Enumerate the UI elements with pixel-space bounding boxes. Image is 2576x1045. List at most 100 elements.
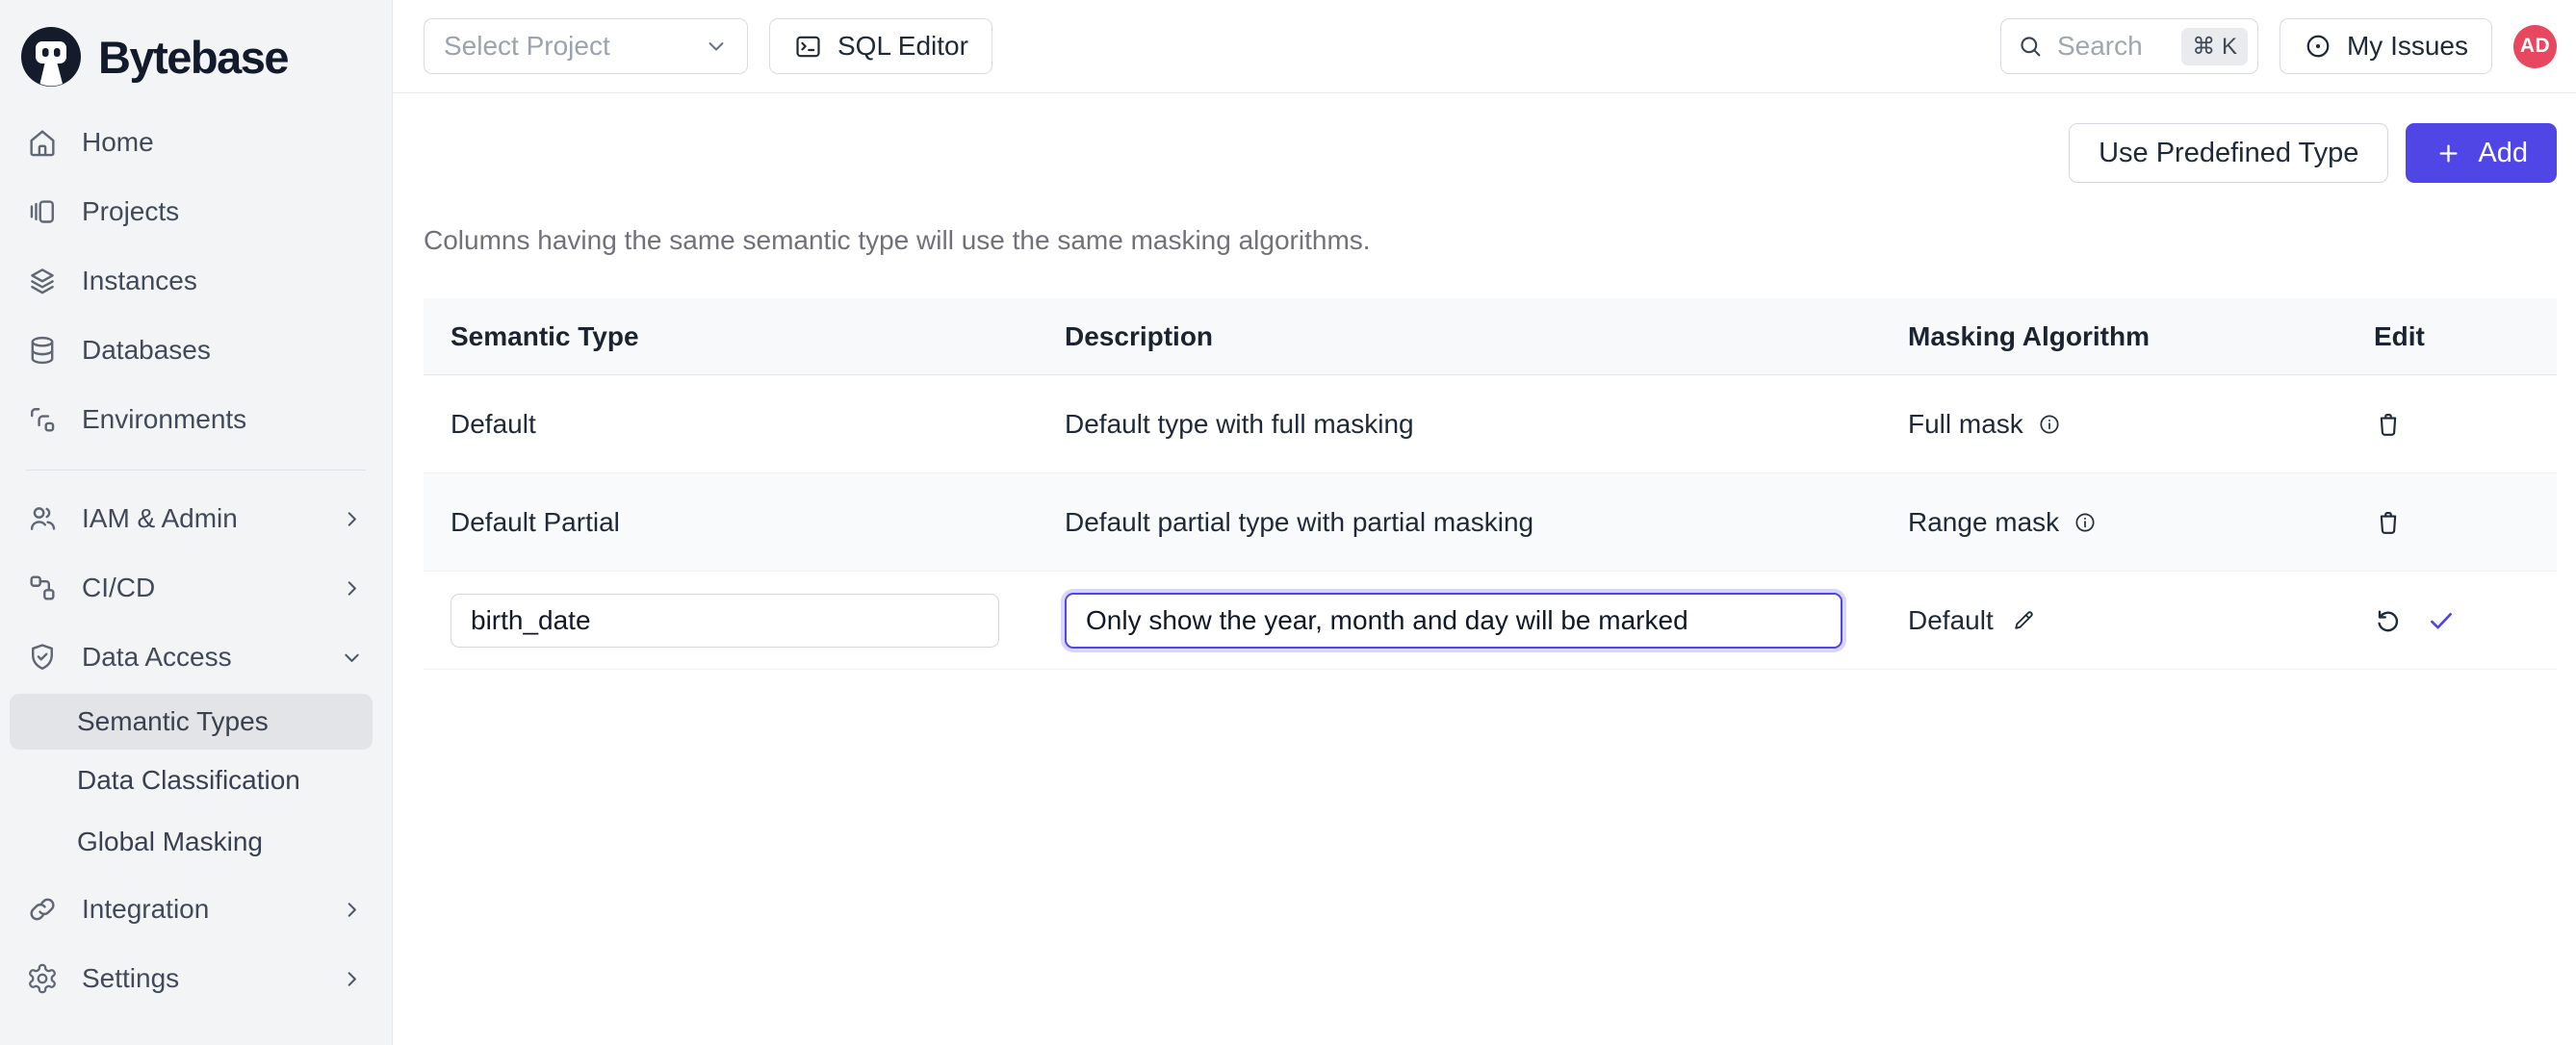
- brand-name: Bytebase: [98, 31, 288, 84]
- description-cell: Default partial type with partial maskin…: [1038, 507, 1881, 538]
- circle-dot-icon: [2304, 32, 2332, 61]
- masking-algorithm-value: Full mask: [1908, 409, 2023, 440]
- chevron-right-icon: [339, 966, 365, 992]
- sidebar-item-data-access[interactable]: Data Access: [0, 623, 392, 692]
- gear-icon: [26, 962, 59, 995]
- masking-algorithm-cell: Full mask: [1881, 409, 2331, 440]
- semantic-type-cell: Default Partial: [424, 507, 1038, 538]
- check-icon: [2426, 605, 2457, 636]
- undo-button[interactable]: [2374, 606, 2403, 635]
- sidebar-subitem-label: Global Masking: [77, 827, 263, 857]
- edit-cell: [2331, 508, 2557, 537]
- masking-algorithm-value: Range mask: [1908, 507, 2059, 538]
- confirm-button[interactable]: [2426, 605, 2457, 636]
- instances-icon: [26, 265, 59, 297]
- masking-algorithm-cell: Range mask: [1881, 507, 2331, 538]
- table-header-row: Semantic Type Description Masking Algori…: [424, 298, 2557, 375]
- sql-editor-button[interactable]: SQL Editor: [769, 18, 992, 74]
- undo-icon: [2374, 606, 2403, 635]
- search-box[interactable]: ⌘ K: [2000, 18, 2258, 74]
- chevron-right-icon: [339, 897, 365, 923]
- chevron-right-icon: [339, 575, 365, 601]
- search-input[interactable]: [2057, 31, 2153, 62]
- edit-cell: [2331, 410, 2557, 439]
- edit-masking-algorithm-button[interactable]: [2011, 607, 2037, 633]
- info-icon[interactable]: [2037, 412, 2062, 437]
- sidebar-item-global-masking[interactable]: Global Masking: [0, 811, 392, 873]
- semantic-type-input[interactable]: [451, 594, 999, 648]
- my-issues-label: My Issues: [2347, 31, 2468, 62]
- plus-icon: [2434, 140, 2462, 167]
- sidebar-item-instances[interactable]: Instances: [0, 246, 392, 316]
- chevron-down-icon: [339, 645, 365, 671]
- sidebar-item-integration[interactable]: Integration: [0, 875, 392, 944]
- column-header-edit: Edit: [2331, 321, 2557, 352]
- description-cell: [1038, 593, 1881, 649]
- chevron-right-icon: [339, 506, 365, 532]
- delete-button[interactable]: [2374, 508, 2403, 537]
- sidebar-item-label: Home: [82, 127, 154, 158]
- home-icon: [26, 126, 59, 159]
- avatar[interactable]: AD: [2513, 25, 2557, 68]
- use-predefined-type-button[interactable]: Use Predefined Type: [2069, 123, 2388, 183]
- description-input[interactable]: [1065, 593, 1842, 649]
- sidebar-subitem-label: Semantic Types: [77, 706, 269, 737]
- sidebar-item-databases[interactable]: Databases: [0, 316, 392, 385]
- sidebar-item-data-classification[interactable]: Data Classification: [0, 750, 392, 811]
- project-select[interactable]: Select Project: [424, 18, 748, 74]
- users-icon: [26, 502, 59, 535]
- masking-algorithm-value: Default: [1908, 605, 1994, 636]
- avatar-initials: AD: [2520, 35, 2550, 58]
- semantic-types-page: Use Predefined Type Add Columns having t…: [393, 93, 2576, 1045]
- sidebar-item-projects[interactable]: Projects: [0, 177, 392, 246]
- semantic-types-table: Semantic Type Description Masking Algori…: [424, 298, 2557, 670]
- table-row-editing: Default: [424, 572, 2557, 670]
- column-header-description: Description: [1038, 321, 1881, 352]
- sidebar-item-cicd[interactable]: CI/CD: [0, 553, 392, 623]
- workflow-icon: [26, 572, 59, 604]
- trash-icon: [2374, 508, 2403, 537]
- project-select-placeholder: Select Project: [444, 31, 610, 62]
- sidebar-subitem-label: Data Classification: [77, 765, 300, 796]
- sidebar-nav: Home Projects: [0, 108, 392, 1013]
- delete-button[interactable]: [2374, 410, 2403, 439]
- table-row: Default Partial Default partial type wit…: [424, 473, 2557, 572]
- main-column: Select Project SQL Editor: [393, 0, 2576, 1045]
- bytebase-logo[interactable]: Bytebase: [0, 15, 392, 94]
- environments-icon: [26, 403, 59, 436]
- description-cell: Default type with full masking: [1038, 409, 1881, 440]
- sidebar-item-semantic-types[interactable]: Semantic Types: [10, 694, 373, 750]
- sidebar-item-iam-admin[interactable]: IAM & Admin: [0, 484, 392, 553]
- sidebar: Bytebase Home Proje: [0, 0, 393, 1045]
- table-row: Default Default type with full masking F…: [424, 375, 2557, 473]
- sidebar-divider: [26, 470, 366, 471]
- column-header-semantic-type: Semantic Type: [424, 321, 1038, 352]
- edit-cell: [2331, 605, 2557, 636]
- use-predefined-type-label: Use Predefined Type: [2099, 138, 2358, 169]
- page-actions: Use Predefined Type Add: [424, 123, 2557, 183]
- sidebar-item-label: Integration: [82, 894, 209, 925]
- sidebar-item-home[interactable]: Home: [0, 108, 392, 177]
- add-button[interactable]: Add: [2406, 123, 2557, 183]
- sidebar-item-label: IAM & Admin: [82, 503, 238, 534]
- sidebar-item-label: Projects: [82, 196, 179, 227]
- trash-icon: [2374, 410, 2403, 439]
- column-header-masking-algorithm: Masking Algorithm: [1881, 321, 2331, 352]
- sidebar-item-label: Data Access: [82, 642, 232, 673]
- chevron-down-icon: [703, 33, 730, 60]
- sidebar-item-environments[interactable]: Environments: [0, 385, 392, 454]
- my-issues-button[interactable]: My Issues: [2280, 18, 2492, 74]
- semantic-type-cell: Default: [424, 409, 1038, 440]
- sidebar-item-label: Settings: [82, 963, 179, 994]
- info-icon[interactable]: [2073, 510, 2098, 535]
- pencil-icon: [2011, 607, 2037, 633]
- app-window: Bytebase Home Proje: [0, 0, 2576, 1045]
- sql-editor-label: SQL Editor: [837, 31, 968, 62]
- shield-check-icon: [26, 641, 59, 674]
- link-icon: [26, 893, 59, 926]
- masking-algorithm-cell: Default: [1881, 605, 2331, 636]
- sidebar-item-label: Databases: [82, 335, 211, 366]
- search-shortcut-badge: ⌘ K: [2181, 28, 2248, 65]
- sidebar-item-settings[interactable]: Settings: [0, 944, 392, 1013]
- projects-icon: [26, 195, 59, 228]
